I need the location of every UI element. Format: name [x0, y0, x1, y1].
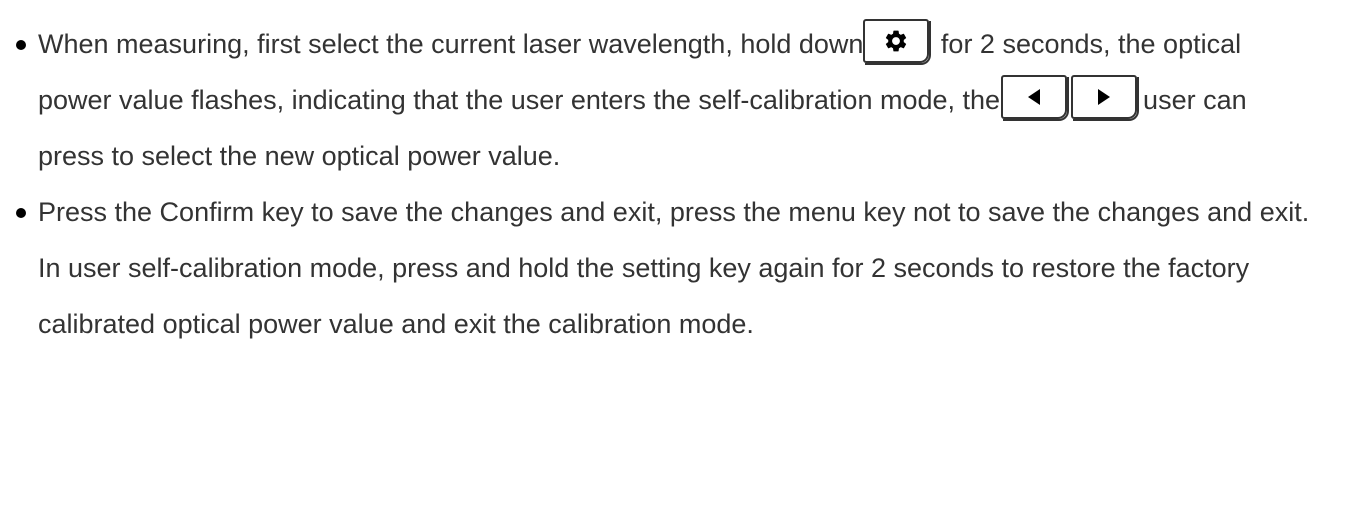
gear-icon	[886, 30, 907, 52]
bullet-text-part: When measuring, first select the current…	[38, 29, 864, 59]
bullet-dot	[16, 40, 26, 50]
triangle-right-icon	[1098, 89, 1111, 105]
settings-key-button	[863, 19, 932, 65]
list-item: When measuring, first select the current…	[16, 16, 1318, 184]
bullet-text: Press the Confirm key to save the change…	[38, 197, 1310, 339]
bullet-dot	[16, 208, 26, 218]
list-item: Press the Confirm key to save the change…	[16, 184, 1318, 352]
document-page: When measuring, first select the current…	[0, 0, 1346, 517]
left-key-button	[1001, 75, 1070, 121]
right-key-button	[1071, 75, 1140, 121]
instruction-list: When measuring, first select the current…	[16, 16, 1318, 352]
triangle-left-icon	[1028, 89, 1041, 105]
